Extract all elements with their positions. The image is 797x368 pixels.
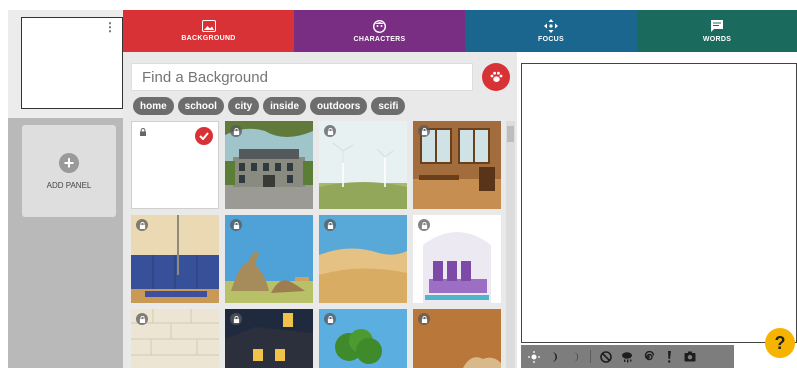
tag-outdoors[interactable]: outdoors xyxy=(310,97,368,115)
background-tile-blank[interactable] xyxy=(131,121,219,209)
lock-icon xyxy=(418,313,430,325)
crescent-icon[interactable] xyxy=(569,350,582,363)
lock-icon xyxy=(230,313,242,325)
background-tile-wooden-room[interactable] xyxy=(413,121,501,209)
tab-background-label: BACKGROUND xyxy=(181,35,236,42)
background-tile-purple-sofa[interactable] xyxy=(413,215,501,303)
lock-icon xyxy=(418,219,430,231)
background-tile-tree[interactable] xyxy=(319,309,407,368)
sun-icon[interactable] xyxy=(527,350,540,363)
panel-menu-icon[interactable]: ⋮ xyxy=(104,21,116,33)
background-tile-night-house[interactable] xyxy=(225,309,313,368)
filter-icon[interactable] xyxy=(599,350,612,363)
lock-icon xyxy=(324,313,336,325)
lock-icon xyxy=(230,219,242,231)
tag-list: home school city inside outdoors scifi xyxy=(133,97,406,115)
background-tile-gym[interactable] xyxy=(131,215,219,303)
panel-thumbnail[interactable]: ⋮ xyxy=(21,17,123,109)
tag-scifi[interactable]: scifi xyxy=(371,97,406,115)
paw-button[interactable] xyxy=(482,63,510,91)
move-icon xyxy=(544,19,558,33)
tag-inside[interactable]: inside xyxy=(263,97,307,115)
lock-icon xyxy=(137,126,149,138)
lock-icon xyxy=(324,219,336,231)
tag-school[interactable]: school xyxy=(177,97,224,115)
lock-icon xyxy=(136,313,148,325)
background-tile-mansion[interactable] xyxy=(225,121,313,209)
tab-words[interactable]: WORDS xyxy=(637,10,797,52)
tag-city[interactable]: city xyxy=(227,97,260,115)
effects-toolbar xyxy=(521,345,734,368)
paw-icon xyxy=(490,71,502,82)
background-tile-wind-turbines[interactable] xyxy=(319,121,407,209)
background-tile-dinosaurs[interactable] xyxy=(225,215,313,303)
lock-icon xyxy=(230,125,242,137)
background-tile-brick-wall[interactable] xyxy=(131,309,219,368)
search-input[interactable] xyxy=(131,63,473,91)
comic-canvas[interactable] xyxy=(521,63,797,343)
scrollbar-thumb[interactable] xyxy=(507,126,514,142)
tab-background[interactable]: BACKGROUND xyxy=(123,10,294,52)
lock-icon xyxy=(324,125,336,137)
background-tile-brown-room[interactable] xyxy=(413,309,501,368)
add-panel-button[interactable]: + ADD PANEL xyxy=(22,125,116,217)
lock-icon xyxy=(136,219,148,231)
tab-characters[interactable]: CHARACTERS xyxy=(294,10,465,52)
speech-bubble-icon xyxy=(711,20,723,32)
image-icon xyxy=(201,20,216,32)
scrollbar[interactable] xyxy=(506,121,515,368)
app-root: ⋮ + ADD PANEL BACKGROUND CHARACTERS FOCU… xyxy=(0,0,797,368)
background-tile-desert[interactable] xyxy=(319,215,407,303)
face-icon xyxy=(373,19,386,33)
tab-characters-label: CHARACTERS xyxy=(353,35,406,43)
checkmark-icon xyxy=(195,127,213,145)
toolbar-divider xyxy=(590,350,591,363)
exclamation-icon[interactable] xyxy=(662,350,675,363)
tag-home[interactable]: home xyxy=(133,97,174,115)
add-panel-label: ADD PANEL xyxy=(46,180,92,190)
plus-icon: + xyxy=(59,152,79,173)
help-button[interactable]: ? xyxy=(765,328,795,358)
swirl-icon[interactable] xyxy=(641,350,654,363)
tab-focus[interactable]: FOCUS xyxy=(465,10,637,52)
tab-focus-label: FOCUS xyxy=(538,36,564,43)
lock-icon xyxy=(418,125,430,137)
storm-icon[interactable] xyxy=(620,350,633,363)
tab-words-label: WORDS xyxy=(702,36,732,43)
moon-icon[interactable] xyxy=(548,350,561,363)
camera-icon[interactable] xyxy=(683,350,696,363)
panel-slot: ⋮ xyxy=(8,10,123,118)
